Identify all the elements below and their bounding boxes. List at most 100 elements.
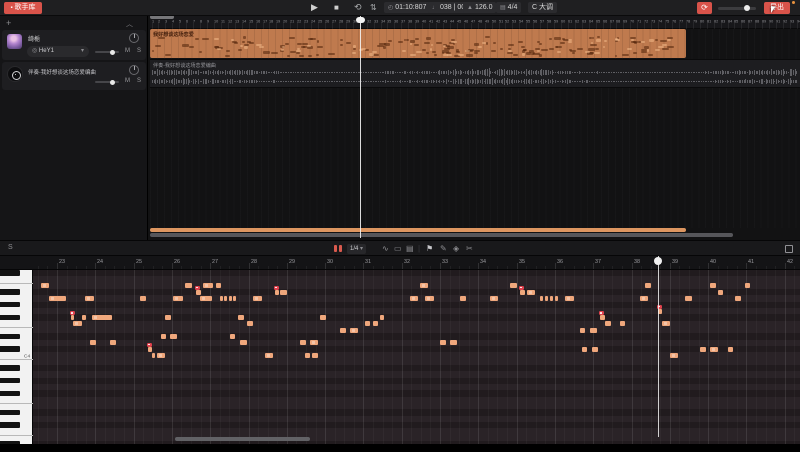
midi-note[interactable] [229, 296, 232, 301]
midi-note[interactable] [605, 321, 611, 326]
midi-note[interactable] [49, 296, 66, 301]
midi-note[interactable] [152, 353, 155, 358]
midi-note[interactable] [85, 296, 94, 301]
black-key[interactable] [0, 289, 20, 294]
arrangement-scrollbar[interactable] [150, 233, 733, 237]
track2-solo-button[interactable]: S [137, 78, 141, 84]
midi-note[interactable] [240, 340, 247, 345]
time-display[interactable]: ◴01:10:807 [384, 2, 430, 13]
midi-note[interactable] [582, 347, 587, 352]
singer-avatar[interactable] [7, 34, 22, 49]
black-key[interactable] [0, 270, 20, 275]
black-key[interactable] [0, 365, 20, 370]
midi-note[interactable] [71, 315, 74, 320]
quantize-dropdown[interactable]: 1/4 ▾ [347, 244, 366, 254]
midi-note[interactable] [592, 347, 598, 352]
midi-note[interactable] [620, 321, 625, 326]
track2-mute-button[interactable]: M [125, 78, 130, 84]
track1-volume-slider[interactable] [95, 51, 119, 53]
midi-note[interactable] [92, 315, 112, 320]
midi-note[interactable] [600, 315, 605, 320]
play-button[interactable]: ▶ [311, 2, 318, 13]
metronome-button[interactable]: ⇅ [370, 3, 377, 12]
midi-note[interactable] [275, 290, 279, 295]
breath-marker[interactable] [147, 343, 152, 348]
master-volume-slider[interactable] [718, 7, 756, 10]
piano-roll-grid[interactable] [0, 270, 800, 444]
midi-note[interactable] [280, 290, 287, 295]
pan-knob[interactable] [129, 33, 139, 43]
midi-note[interactable] [233, 296, 236, 301]
scissors-tool[interactable]: ✂ [466, 244, 473, 253]
midi-note[interactable] [82, 315, 86, 320]
select-box-tool[interactable]: ▭ [394, 244, 402, 253]
tempo-display[interactable]: ▲126.0 [463, 2, 496, 13]
midi-note[interactable] [420, 283, 428, 288]
add-track-button[interactable]: + [6, 18, 11, 28]
midi-note[interactable] [148, 347, 152, 352]
arrangement-ruler[interactable]: 1234567891011121314151617181920212223242… [150, 16, 800, 29]
piano-keyboard[interactable]: C4 [0, 270, 33, 444]
midi-note[interactable] [238, 315, 244, 320]
track1-mute-button[interactable]: M [125, 48, 130, 54]
midi-note[interactable] [510, 283, 517, 288]
grid-tool[interactable]: ▤ [406, 244, 414, 253]
midi-note[interactable] [365, 321, 370, 326]
audio-clip[interactable]: 伴奏-我好想谈这场恋爱编曲 [150, 59, 800, 88]
time-signature-display[interactable]: ▤4/4 [496, 2, 521, 13]
midi-note[interactable] [710, 283, 716, 288]
midi-note[interactable] [580, 328, 585, 333]
midi-note[interactable] [728, 347, 733, 352]
collapse-panel-button[interactable]: ︿ [126, 19, 133, 29]
midi-note[interactable] [185, 283, 192, 288]
midi-note[interactable] [247, 321, 253, 326]
midi-note[interactable] [224, 296, 227, 301]
midi-note[interactable] [73, 321, 82, 326]
black-key[interactable] [0, 346, 20, 351]
midi-note[interactable] [350, 328, 358, 333]
track-row-vocal[interactable]: 绮栀 ◎ HeY1 ▾ M S [2, 30, 146, 60]
audition-icon[interactable] [339, 245, 342, 252]
midi-note[interactable] [490, 296, 498, 301]
midi-note[interactable] [565, 296, 574, 301]
midi-note[interactable] [161, 334, 166, 339]
export-button[interactable]: 导出 [764, 2, 790, 14]
midi-note[interactable] [253, 296, 262, 301]
midi-note[interactable] [685, 296, 692, 301]
midi-note[interactable] [450, 340, 457, 345]
midi-note[interactable] [700, 347, 706, 352]
midi-note[interactable] [670, 353, 678, 358]
midi-note[interactable] [312, 353, 318, 358]
midi-note[interactable] [520, 290, 525, 295]
midi-note[interactable] [662, 321, 670, 326]
key-display[interactable]: C 大调 [528, 2, 557, 13]
midi-note[interactable] [540, 296, 543, 301]
black-key[interactable] [0, 378, 20, 383]
midi-note[interactable] [216, 283, 221, 288]
track2-volume-knob[interactable] [110, 80, 115, 85]
piano-roll-ruler[interactable]: 2324252627282930313233343536373839404142 [0, 256, 800, 270]
stop-button[interactable]: ■ [334, 3, 339, 12]
black-key[interactable] [0, 334, 20, 339]
monitor-button[interactable]: ⟳ [697, 2, 712, 14]
breath-marker[interactable] [599, 311, 604, 316]
pointer-tool[interactable]: ⚑ [426, 244, 433, 253]
black-key[interactable] [0, 315, 20, 320]
breath-marker[interactable] [519, 286, 524, 291]
track-row-accompaniment[interactable]: 伴奏-我好想谈这场恋爱编曲 M S [2, 62, 146, 90]
pitch-curve-tool[interactable]: ∿ [382, 244, 389, 253]
midi-note[interactable] [718, 290, 723, 295]
piano-roll-scrollbar[interactable] [175, 437, 310, 441]
midi-note[interactable] [220, 296, 223, 301]
midi-note[interactable] [140, 296, 146, 301]
midi-note[interactable] [90, 340, 96, 345]
midi-note[interactable] [173, 296, 183, 301]
midi-note[interactable] [41, 283, 49, 288]
midi-note[interactable] [300, 340, 306, 345]
midi-note[interactable] [170, 334, 177, 339]
midi-note[interactable] [590, 328, 597, 333]
midi-note[interactable] [460, 296, 466, 301]
midi-clip[interactable]: 我好想谈这场恋爱 [150, 29, 686, 58]
midi-note[interactable] [196, 290, 201, 295]
midi-note[interactable] [380, 315, 384, 320]
